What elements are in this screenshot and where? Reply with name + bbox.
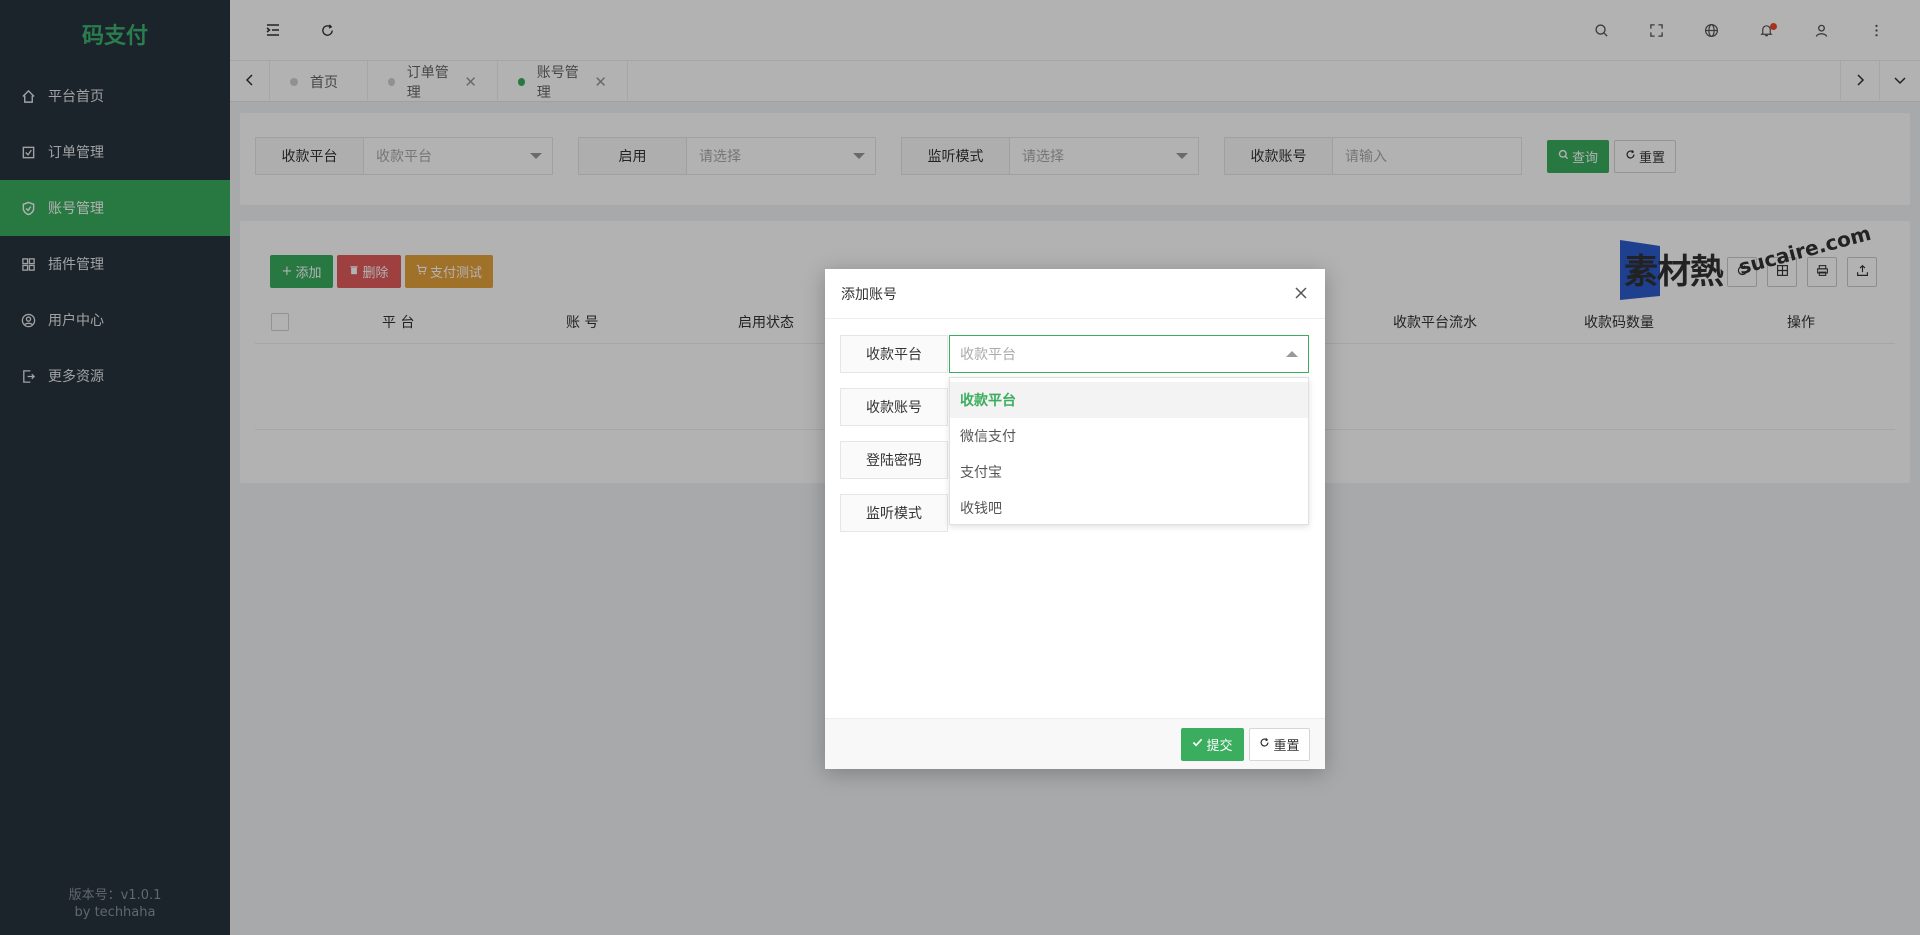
- platform-select[interactable]: 收款平台: [949, 335, 1309, 373]
- add-account-modal: 添加账号 收款平台 收款平台 收款账号 登陆密码 监听模式 收款平台 微信支付 …: [825, 269, 1325, 769]
- dropdown-option-platform[interactable]: 收款平台: [950, 382, 1308, 418]
- field-label-account: 收款账号: [840, 388, 948, 426]
- refresh-icon: [1259, 737, 1270, 752]
- field-label-password: 登陆密码: [840, 441, 948, 479]
- button-label: 提交: [1206, 739, 1233, 754]
- modal-footer: 提交 重置: [825, 718, 1325, 769]
- check-icon: [1192, 737, 1203, 752]
- dropdown-option-shouqianba[interactable]: 收钱吧: [950, 490, 1308, 526]
- modal-reset-button[interactable]: 重置: [1249, 728, 1310, 761]
- button-label: 重置: [1273, 739, 1300, 754]
- modal-title: 添加账号: [841, 286, 897, 303]
- watermark-text-cn: 素材熱: [1624, 252, 1724, 292]
- dropdown-option-wechat[interactable]: 微信支付: [950, 418, 1308, 454]
- field-label-listen-mode: 监听模式: [840, 494, 948, 532]
- submit-button[interactable]: 提交: [1181, 728, 1244, 761]
- select-placeholder: 收款平台: [960, 347, 1016, 363]
- modal-header: 添加账号: [825, 269, 1325, 319]
- watermark: 素材熱 sucaire.com: [1620, 221, 1873, 308]
- close-icon[interactable]: [1293, 285, 1311, 303]
- dropdown-option-alipay[interactable]: 支付宝: [950, 454, 1308, 490]
- caret-up-icon: [1286, 351, 1298, 357]
- platform-dropdown: 收款平台 微信支付 支付宝 收钱吧: [949, 377, 1309, 525]
- field-label-platform: 收款平台: [840, 335, 948, 373]
